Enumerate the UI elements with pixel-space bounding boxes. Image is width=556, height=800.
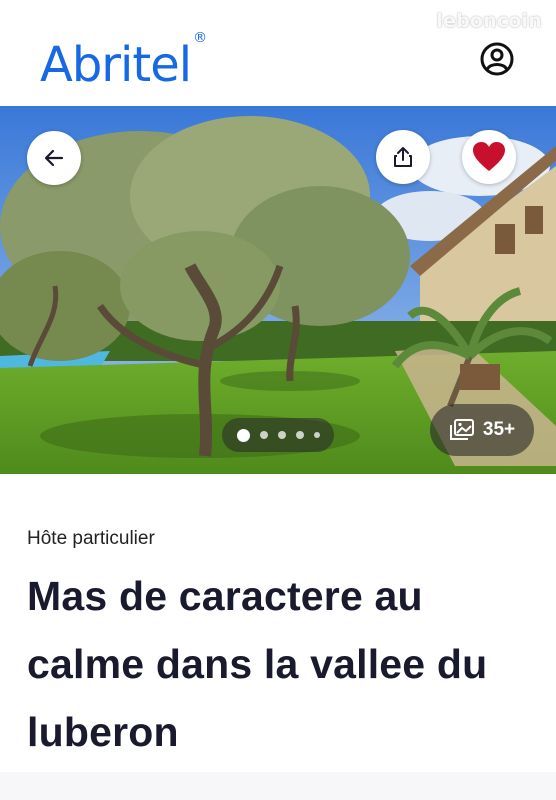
account-icon[interactable] [478,40,516,78]
back-button[interactable] [27,131,81,185]
bottom-divider [0,772,556,800]
photo-count-button[interactable]: 35+ [430,404,534,456]
carousel-dot[interactable] [277,431,286,439]
listing-title: Mas de caractere au calme dans la vallee… [27,573,488,755]
photo-carousel[interactable]: 35+ [0,106,556,474]
carousel-dot[interactable] [313,432,320,438]
logo-text: Abritel [40,37,192,93]
carousel-dot[interactable] [236,428,250,442]
photo-count-label: 35+ [482,419,516,440]
arrow-left-icon [44,149,64,167]
carousel-indicator [222,418,334,452]
app-header: Abritel ® leboncoin [0,0,556,106]
photo-gallery-icon [449,419,474,440]
listing-page: Abritel ® leboncoin 35+ Hôte particulier… [0,0,556,800]
leboncoin-watermark: leboncoin [436,10,542,32]
carousel-dot[interactable] [295,431,304,439]
abritel-logo[interactable]: Abritel ® [40,30,207,95]
heart-icon [473,142,505,171]
share-button[interactable] [376,130,430,184]
carousel-dot[interactable] [259,431,268,439]
host-type-label: Hôte particulier [27,528,155,549]
share-icon [394,147,412,167]
favorite-button[interactable] [462,130,516,184]
logo-registered-mark: ® [193,30,207,46]
